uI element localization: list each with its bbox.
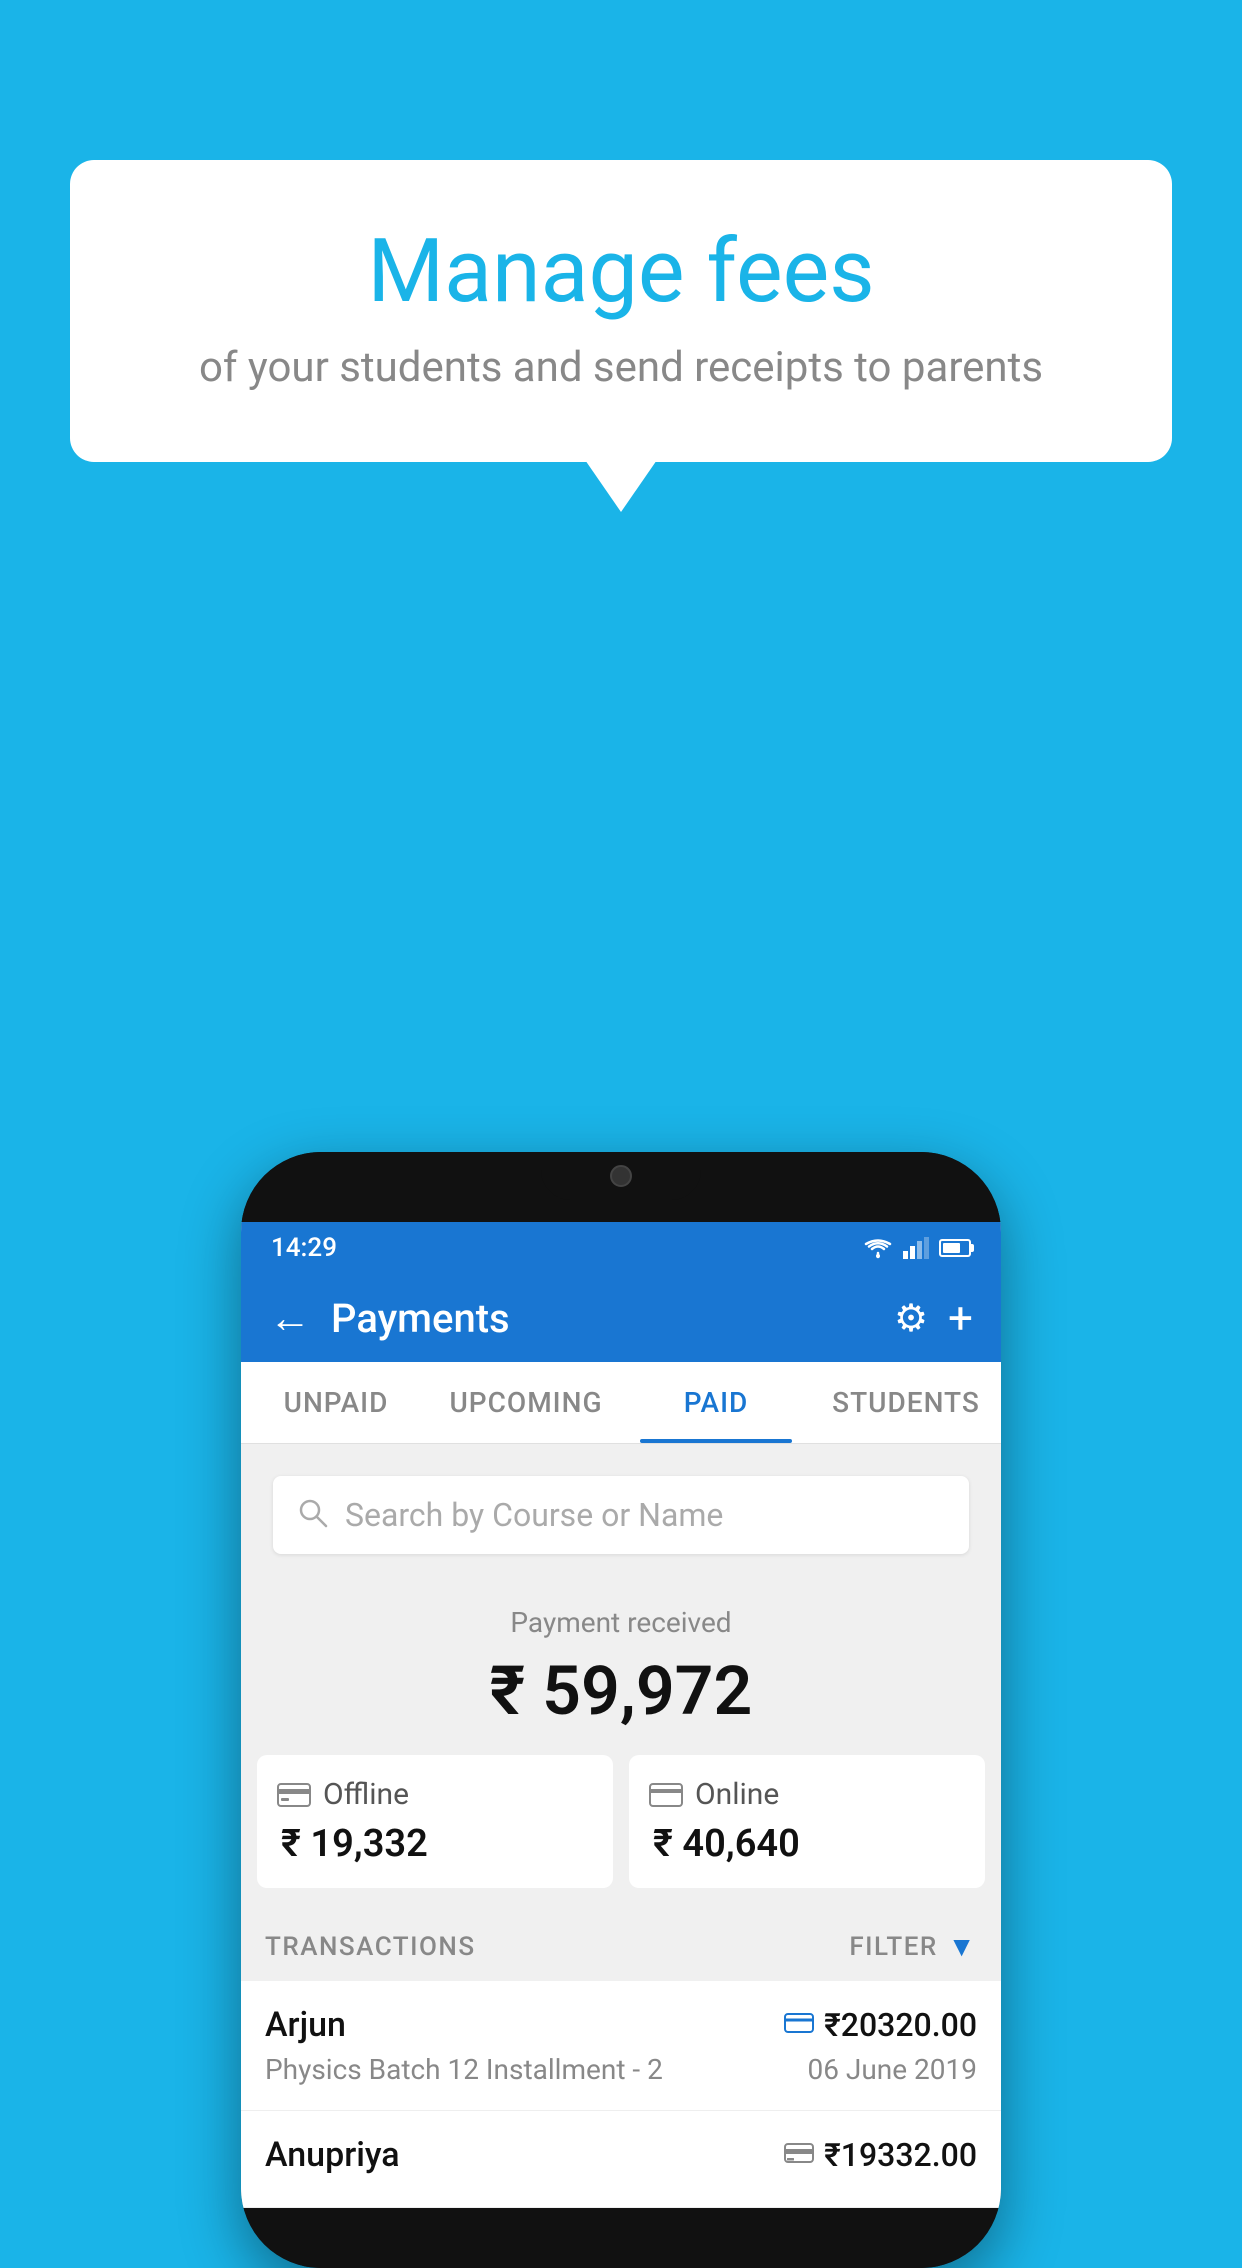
transaction-name: Arjun <box>265 2005 346 2045</box>
header-title: Payments <box>331 1295 894 1342</box>
search-icon <box>297 1497 329 1533</box>
header-icons: ⚙ + <box>894 1292 973 1344</box>
payment-received-label: Payment received <box>261 1606 981 1639</box>
online-icon <box>649 1779 683 1811</box>
transaction-amount-wrapper: ₹20320.00 <box>784 2006 977 2044</box>
filter-icon: ▼ <box>948 1930 977 1963</box>
payment-cards: Offline ₹ 19,332 Online ₹ 4 <box>241 1755 1001 1908</box>
bubble-title: Manage fees <box>150 220 1092 323</box>
online-label: Online <box>695 1777 779 1812</box>
phone-notch <box>541 1152 701 1200</box>
background: Manage fees of your students and send re… <box>0 0 1242 2208</box>
offline-label: Offline <box>323 1777 409 1812</box>
transaction-amount: ₹19332.00 <box>824 2136 977 2174</box>
phone-frame: 14:29 <box>241 1152 1001 2268</box>
payment-total-amount: ₹ 59,972 <box>261 1651 981 1731</box>
offline-amount: ₹ 19,332 <box>277 1822 593 1866</box>
battery-icon <box>939 1239 971 1257</box>
wifi-icon <box>863 1237 893 1259</box>
transaction-row[interactable]: Anupriya ₹19332.00 <box>241 2111 1001 2208</box>
camera <box>610 1165 632 1187</box>
speech-bubble: Manage fees of your students and send re… <box>70 160 1172 462</box>
phone-top <box>241 1152 1001 1222</box>
phone-bottom <box>241 2208 1001 2268</box>
tabs: UNPAID UPCOMING PAID STUDENTS <box>241 1362 1001 1444</box>
back-button[interactable]: ← <box>269 1294 311 1343</box>
add-icon[interactable]: + <box>948 1292 973 1344</box>
status-icons <box>863 1237 971 1259</box>
bubble-subtitle: of your students and send receipts to pa… <box>150 343 1092 392</box>
online-payment-card: Online ₹ 40,640 <box>629 1755 985 1888</box>
tab-students[interactable]: STUDENTS <box>811 1362 1001 1443</box>
app-header: ← Payments ⚙ + <box>241 1274 1001 1362</box>
offline-payment-card: Offline ₹ 19,332 <box>257 1755 613 1888</box>
transaction-amount-wrapper: ₹19332.00 <box>784 2136 977 2174</box>
offline-icon <box>277 1779 311 1811</box>
online-amount: ₹ 40,640 <box>649 1822 965 1866</box>
settings-icon[interactable]: ⚙ <box>894 1296 928 1341</box>
transaction-amount: ₹20320.00 <box>824 2006 977 2044</box>
transactions-label: TRANSACTIONS <box>265 1932 476 1962</box>
tab-unpaid[interactable]: UNPAID <box>241 1362 431 1443</box>
transaction-payment-icon <box>784 2011 814 2039</box>
filter-label: FILTER <box>849 1932 937 1962</box>
status-time: 14:29 <box>271 1233 337 1263</box>
payment-summary: Payment received ₹ 59,972 <box>241 1578 1001 1755</box>
transactions-header: TRANSACTIONS FILTER ▼ <box>241 1908 1001 1981</box>
status-bar: 14:29 <box>241 1222 1001 1274</box>
search-bar[interactable]: Search by Course or Name <box>273 1476 969 1554</box>
transaction-row[interactable]: Arjun ₹20320.00 Physics Batch 12 Install… <box>241 1981 1001 2111</box>
tab-paid[interactable]: PAID <box>621 1362 811 1443</box>
search-placeholder: Search by Course or Name <box>345 1496 723 1534</box>
transaction-payment-icon <box>784 2141 814 2169</box>
phone-screen: 14:29 <box>241 1222 1001 2208</box>
transaction-course: Physics Batch 12 Installment - 2 <box>265 2053 663 2086</box>
signal-icon <box>903 1237 929 1259</box>
transaction-name: Anupriya <box>265 2135 400 2175</box>
transaction-date: 06 June 2019 <box>807 2053 977 2086</box>
tab-upcoming[interactable]: UPCOMING <box>431 1362 621 1443</box>
filter-button[interactable]: FILTER ▼ <box>849 1930 977 1963</box>
